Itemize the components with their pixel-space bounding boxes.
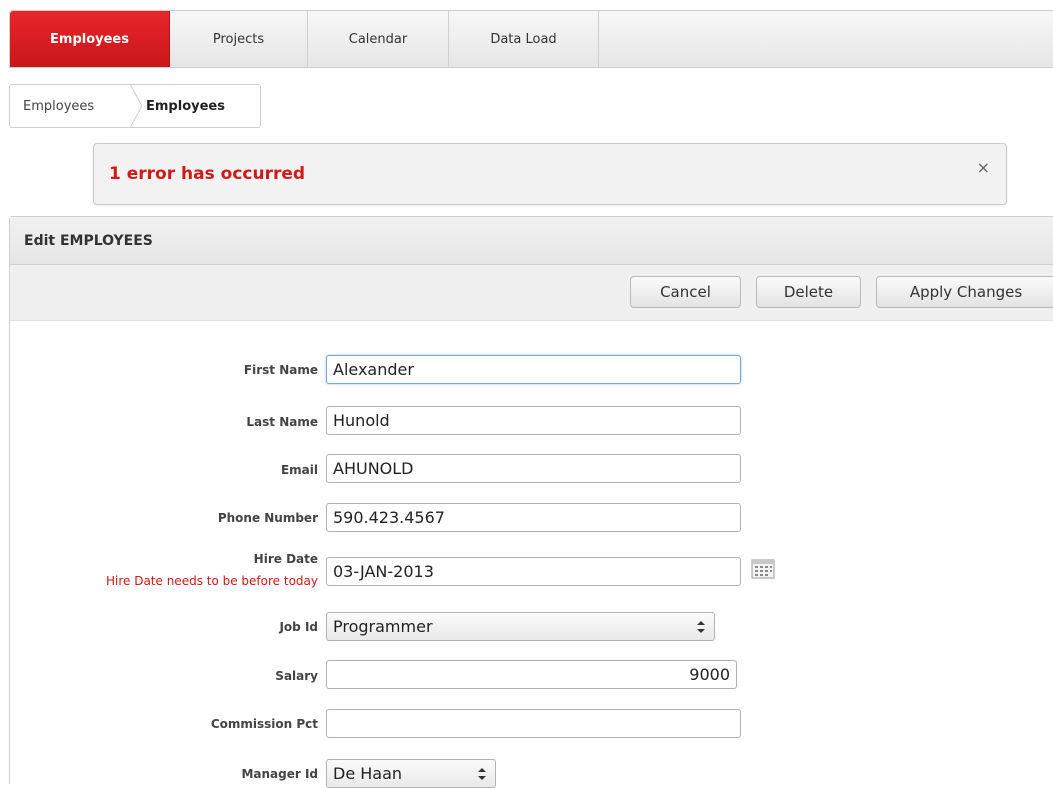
salary-label: Salary [275, 669, 318, 683]
top-tab-bar: Employees Projects Calendar Data Load [9, 10, 1053, 68]
email-label: Email [280, 463, 318, 477]
hire-date-label: Hire Date [253, 552, 318, 566]
breadcrumb-separator-icon [129, 84, 143, 128]
delete-button[interactable]: Delete [756, 276, 861, 308]
edit-employees-region: Edit EMPLOYEES Cancel Delete Apply Chang… [9, 216, 1053, 788]
email-field[interactable]: AHUNOLD [326, 454, 741, 483]
cancel-button[interactable]: Cancel [630, 276, 741, 308]
apply-changes-button[interactable]: Apply Changes [876, 276, 1053, 308]
phone-number-field[interactable]: 590.423.4567 [326, 503, 741, 532]
manager-id-label: Manager Id [241, 767, 318, 781]
last-name-field[interactable]: Hunold [326, 406, 741, 435]
phone-number-label: Phone Number [217, 511, 318, 525]
salary-field[interactable]: 9000 [326, 660, 737, 689]
commission-pct-field[interactable] [326, 709, 741, 738]
commission-pct-label: Commission Pct [210, 717, 318, 731]
error-alert-message: 1 error has occurred [109, 164, 306, 184]
first-name-label: First Name [243, 363, 318, 377]
tab-data-load[interactable]: Data Load [449, 11, 599, 67]
breadcrumb-item-employees-parent[interactable]: Employees [10, 99, 128, 114]
tab-projects[interactable]: Projects [170, 11, 308, 67]
job-id-selected-value: Programmer [333, 617, 433, 636]
first-name-field[interactable]: Alexander [326, 355, 741, 384]
hire-date-field[interactable]: 03-JAN-2013 [326, 557, 741, 586]
manager-id-selected-value: De Haan [333, 764, 403, 783]
job-id-label: Job Id [279, 620, 318, 634]
region-title: Edit EMPLOYEES [10, 217, 1053, 265]
close-icon[interactable]: × [977, 158, 990, 177]
tab-employees[interactable]: Employees [10, 11, 170, 67]
tab-calendar[interactable]: Calendar [308, 11, 449, 67]
hire-date-error-message: Hire Date needs to be before today [105, 574, 318, 588]
job-id-select[interactable]: Programmer [326, 612, 715, 641]
error-alert: 1 error has occurred × [93, 143, 1007, 205]
select-arrows-icon [697, 621, 705, 633]
last-name-label: Last Name [246, 415, 318, 429]
calendar-icon[interactable] [751, 558, 775, 580]
select-arrows-icon [478, 768, 486, 780]
button-bar: Cancel Delete Apply Changes [10, 265, 1053, 321]
breadcrumb: Employees Employees [9, 84, 261, 128]
